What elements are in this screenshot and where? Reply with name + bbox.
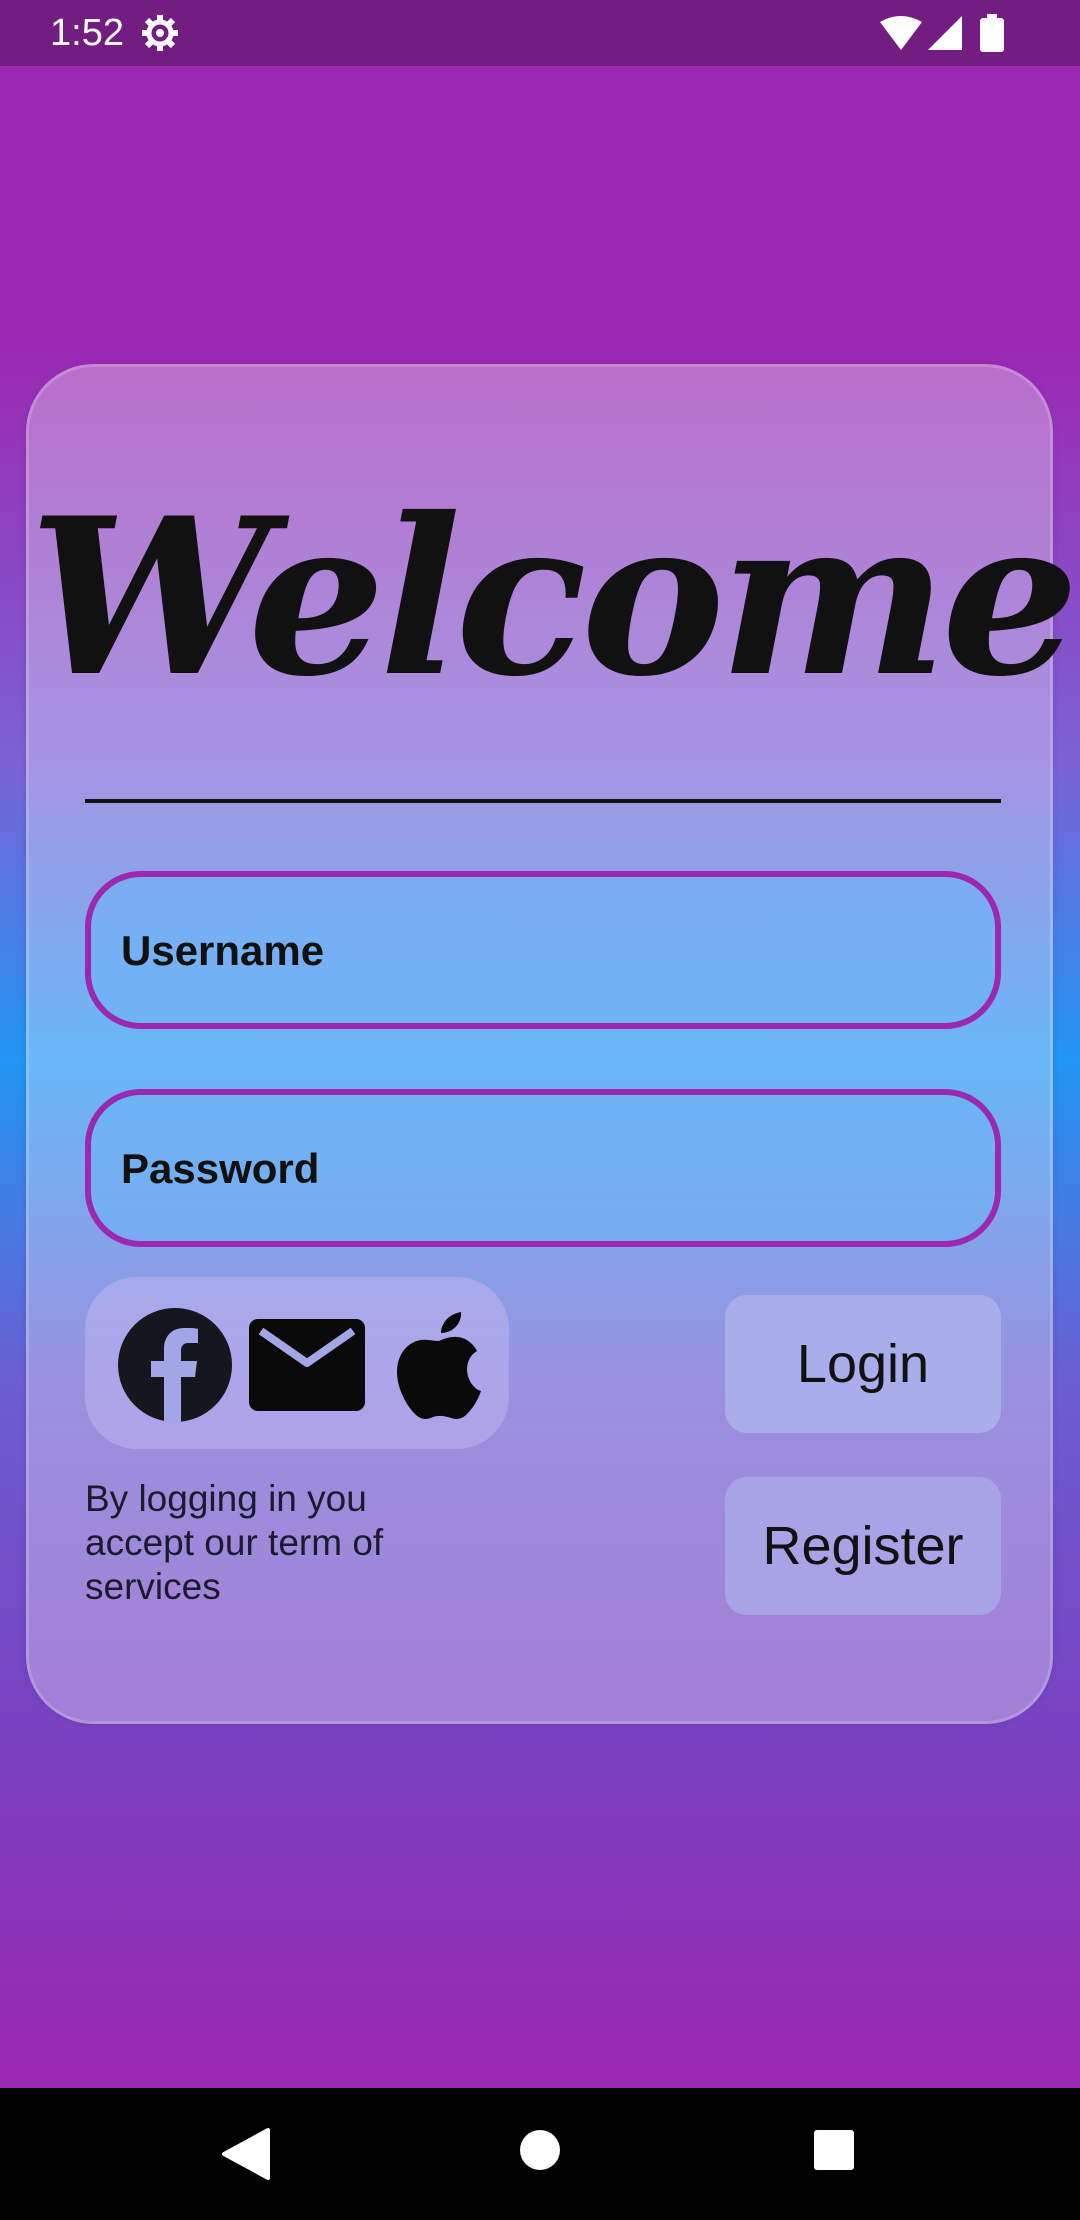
cell-signal-icon xyxy=(928,16,962,50)
password-input[interactable] xyxy=(119,1095,973,1243)
mail-icon[interactable] xyxy=(249,1307,365,1423)
back-icon[interactable] xyxy=(220,2128,270,2180)
username-input[interactable] xyxy=(119,877,973,1025)
battery-icon xyxy=(980,14,1004,52)
navigation-bar xyxy=(0,2088,1080,2220)
terms-text: By logging in you accept our term of ser… xyxy=(85,1478,384,1607)
username-field[interactable] xyxy=(85,871,1001,1029)
status-bar: 1:52 xyxy=(0,0,1080,66)
status-time: 1:52 xyxy=(50,12,124,54)
login-card: Welcome Login Register By logging in you… xyxy=(26,364,1079,1724)
recents-icon[interactable] xyxy=(812,2128,856,2172)
password-field[interactable] xyxy=(85,1089,1001,1247)
apple-icon[interactable] xyxy=(381,1307,497,1423)
wifi-icon xyxy=(880,16,922,50)
welcome-title: Welcome xyxy=(29,470,1079,724)
divider xyxy=(85,799,1001,803)
facebook-icon[interactable] xyxy=(117,1307,233,1423)
social-login-group xyxy=(85,1277,509,1449)
home-icon[interactable] xyxy=(518,2128,562,2172)
register-button[interactable]: Register xyxy=(725,1477,1001,1615)
login-button[interactable]: Login xyxy=(725,1295,1001,1433)
gear-icon xyxy=(142,15,178,51)
